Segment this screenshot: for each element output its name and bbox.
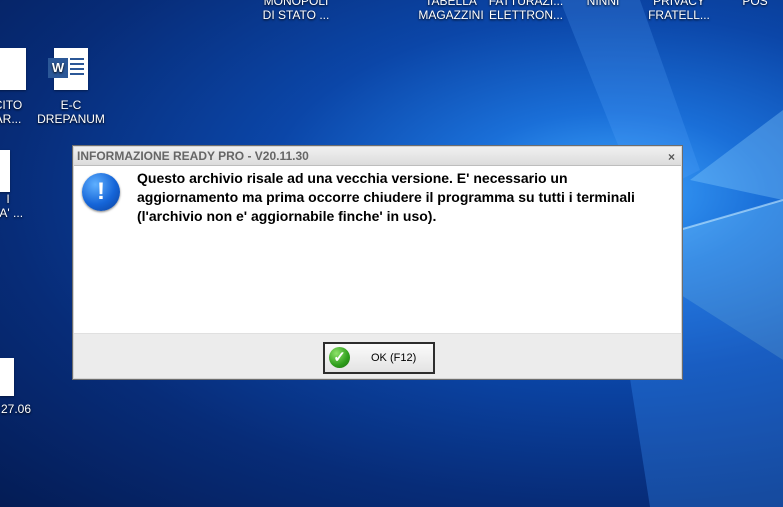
check-icon: ✓	[329, 347, 350, 368]
pdf-document-icon	[0, 358, 14, 396]
info-dialog: INFORMAZIONE READY PRO - V20.11.30 × ! Q…	[72, 145, 683, 380]
desktop-icon-pos[interactable]: POS	[717, 0, 783, 8]
desktop-icon-fatturazione[interactable]: FATTURAZI... ELETTRON...	[488, 0, 564, 22]
ok-button[interactable]: ✓ OK (F12)	[323, 342, 435, 374]
desktop-icon-ta[interactable]: I TA' ...	[0, 150, 46, 220]
desktop-icon-monopoli[interactable]: MONOPOLI DI STATO ...	[258, 0, 334, 22]
desktop-icon-e-c-drepanum[interactable]: W E-C DREPANUM	[33, 48, 109, 126]
desktop-icon-ninni[interactable]: NINNI	[565, 0, 641, 8]
desktop-icon-privacy[interactable]: PRIVACY FRATELL...	[641, 0, 717, 22]
dialog-title: INFORMAZIONE READY PRO - V20.11.30	[77, 149, 309, 163]
word-document-icon: W	[48, 48, 88, 90]
document-icon	[0, 48, 26, 90]
dialog-footer: ✓ OK (F12)	[74, 333, 681, 378]
desktop-icon-tabella[interactable]: TABELLA MAGAZZINI	[413, 0, 489, 22]
ok-button-label: OK (F12)	[371, 352, 417, 364]
exclamation-icon: !	[82, 173, 120, 211]
dialog-titlebar[interactable]: INFORMAZIONE READY PRO - V20.11.30 ×	[74, 147, 681, 166]
document-icon	[0, 150, 10, 192]
desktop-icon-date[interactable]: 27.06	[0, 358, 54, 416]
close-icon[interactable]: ×	[668, 148, 675, 166]
dialog-message: Questo archivio risale ad una vecchia ve…	[137, 170, 635, 224]
